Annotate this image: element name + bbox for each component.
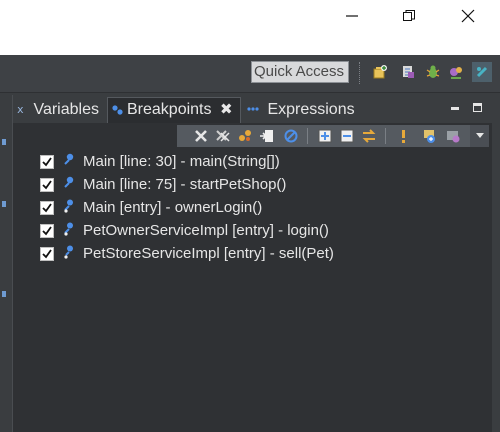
remove-selected-icon[interactable] (193, 128, 209, 144)
left-trim (0, 93, 12, 432)
show-supported-icon[interactable] (237, 128, 253, 144)
close-icon (461, 9, 475, 23)
tab-expressions[interactable]: Expressions (247, 98, 355, 122)
trim-marker (2, 291, 6, 297)
close-button[interactable] (448, 2, 488, 30)
quick-access-field[interactable]: Quick Access (251, 61, 349, 83)
git-perspective-icon[interactable] (472, 62, 492, 82)
method-breakpoint-icon (64, 199, 73, 213)
tab-breakpoints[interactable]: Breakpoints ✖ (107, 97, 241, 123)
check-icon (42, 226, 52, 236)
debug-view-panel: x Variables Breakpoints ✖ Expressions Ma… (12, 95, 493, 432)
breakpoint-label: PetStoreServiceImpl [entry] - sell(Pet) (83, 245, 334, 262)
breakpoint-row[interactable]: PetOwnerServiceImpl [entry] - login() (13, 220, 493, 243)
maximize-button[interactable] (389, 2, 429, 30)
svg-text:x: x (17, 103, 24, 115)
check-icon (42, 203, 52, 213)
go-to-file-icon[interactable] (259, 128, 275, 144)
view-tab-bar: x Variables Breakpoints ✖ Expressions (13, 95, 493, 123)
maximize-icon (403, 10, 415, 21)
breakpoints-list: Main [line: 30] - main(String[]) Main [l… (13, 151, 493, 266)
team-sync-icon[interactable] (448, 64, 464, 80)
breakpoint-checkbox[interactable] (40, 224, 54, 238)
breakpoint-label: Main [entry] - ownerLogin() (83, 199, 263, 216)
expressions-icon (247, 107, 259, 111)
breakpoints-icon (112, 105, 123, 115)
breakpoint-checkbox[interactable] (40, 178, 54, 192)
collapse-all-icon[interactable] (339, 128, 355, 144)
method-breakpoint-icon (64, 222, 73, 236)
import-breakpoints-icon[interactable] (445, 128, 461, 144)
breakpoint-label: Main [line: 75] - startPetShop() (83, 176, 287, 193)
view-toolbar (177, 125, 489, 147)
close-tab-icon[interactable]: ✖ (220, 98, 233, 122)
java-perspective-icon[interactable] (400, 64, 416, 80)
remove-all-icon[interactable] (215, 128, 231, 144)
check-icon (42, 157, 52, 167)
chevron-down-icon (475, 133, 484, 138)
right-trim (492, 93, 500, 432)
open-perspective-icon[interactable] (372, 64, 388, 80)
toolbar-separator (385, 128, 386, 144)
check-icon (42, 249, 52, 259)
view-menu-button[interactable] (470, 125, 489, 147)
check-icon (42, 180, 52, 190)
breakpoint-checkbox[interactable] (40, 247, 54, 261)
breakpoint-row[interactable]: PetStoreServiceImpl [entry] - sell(Pet) (13, 243, 493, 266)
variables-icon: x (17, 103, 24, 115)
tab-variables[interactable]: x Variables (17, 98, 99, 122)
minimize-icon (346, 15, 358, 17)
breakpoint-label: Main [line: 30] - main(String[]) (83, 153, 280, 170)
breakpoint-row[interactable]: Main [line: 30] - main(String[]) (13, 151, 493, 174)
expand-all-icon[interactable] (317, 128, 333, 144)
link-with-debug-icon[interactable] (361, 128, 377, 144)
breakpoint-checkbox[interactable] (40, 201, 54, 215)
breakpoint-checkbox[interactable] (40, 155, 54, 169)
maximize-view-button[interactable] (473, 103, 482, 112)
tab-label: Breakpoints (127, 101, 212, 118)
breakpoint-row[interactable]: Main [line: 75] - startPetShop() (13, 174, 493, 197)
line-breakpoint-icon (64, 176, 74, 188)
line-breakpoint-icon (64, 153, 74, 165)
breakpoint-row[interactable]: Main [entry] - ownerLogin() (13, 197, 493, 220)
minimize-button[interactable] (332, 2, 372, 30)
trim-marker (2, 201, 6, 207)
toolbar-separator (359, 62, 362, 84)
add-java-breakpoint-icon[interactable] (421, 128, 437, 144)
add-exception-icon[interactable] (395, 128, 411, 144)
workbench: Quick Access x Variables Breakpoints ✖ E… (0, 55, 500, 432)
trim-marker (2, 139, 6, 145)
skip-all-icon[interactable] (283, 128, 299, 144)
tab-label: Variables (33, 101, 99, 118)
debug-perspective-icon[interactable] (425, 64, 441, 80)
main-toolbar: Quick Access (0, 55, 500, 93)
toolbar-separator (307, 128, 308, 144)
breakpoint-label: PetOwnerServiceImpl [entry] - login() (83, 222, 329, 239)
method-breakpoint-icon (64, 245, 73, 259)
tab-label: Expressions (267, 101, 355, 118)
window-title-bar (0, 0, 500, 55)
minimize-view-button[interactable] (451, 107, 459, 110)
